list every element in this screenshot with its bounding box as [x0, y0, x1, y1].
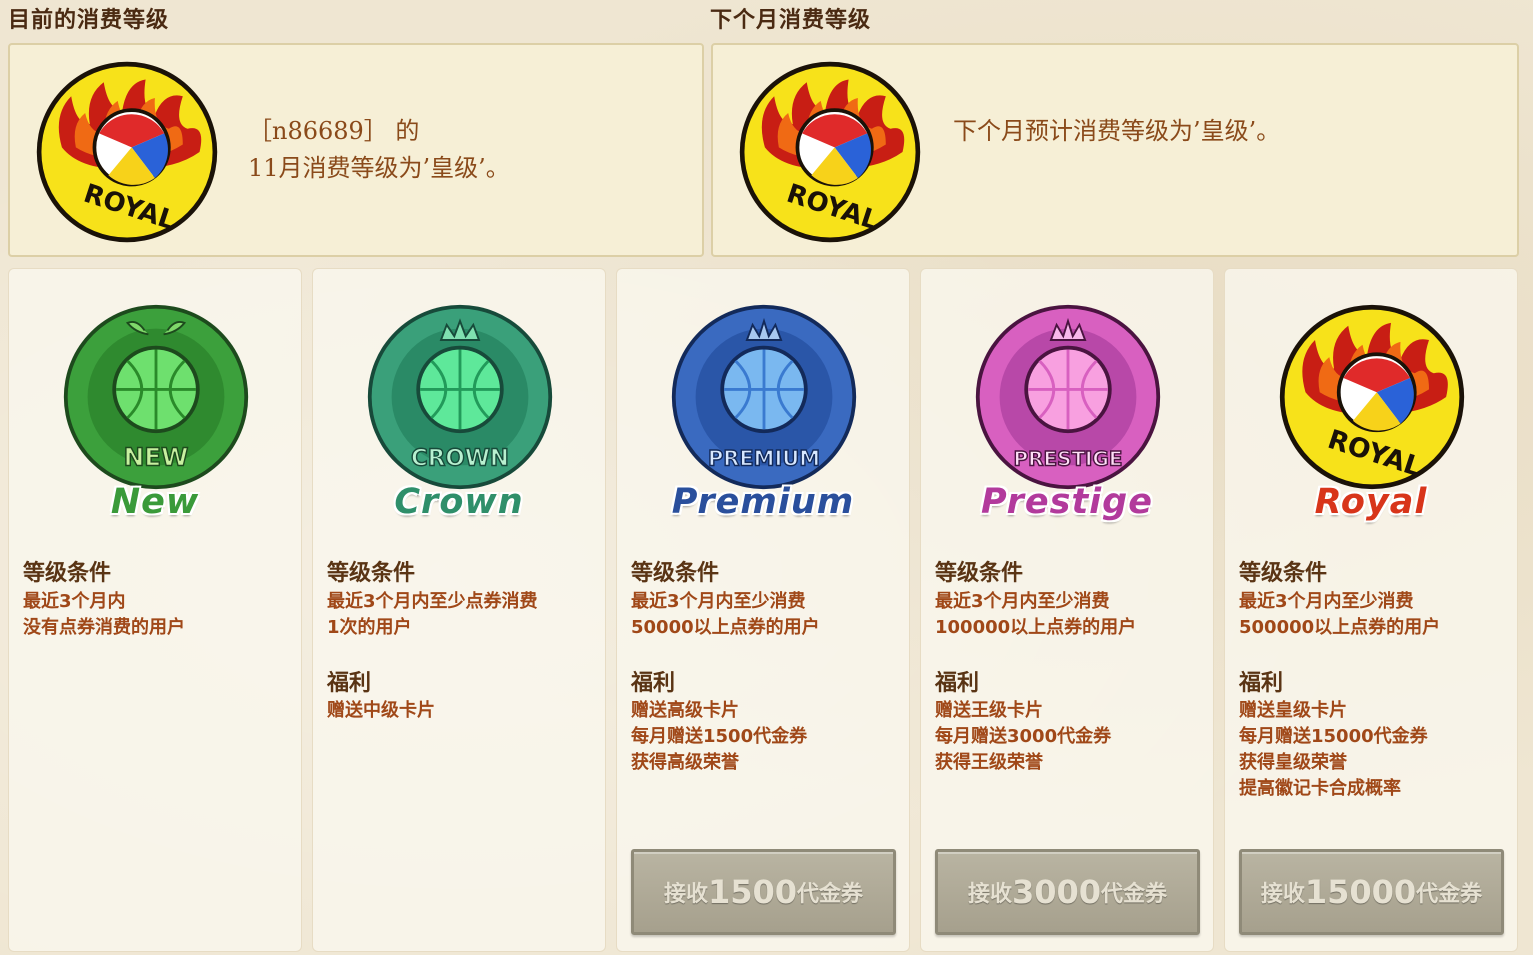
- benefit-heading: 福利: [1239, 671, 1284, 696]
- benefit-text: 赠送高级卡片 每月赠送1500代金券 获得高级荣誉: [631, 700, 808, 773]
- condition-text: 最近3个月内至少消费 100000以上点券的用户: [935, 591, 1137, 638]
- current-level-status-line: 11月消费等级为’皇级’。: [248, 154, 510, 182]
- premium-badge-icon: PREMIUM: [669, 302, 859, 492]
- condition-text: 最近3个月内至少消费 500000以上点券的用户: [1239, 591, 1441, 638]
- benefit-heading: 福利: [935, 671, 980, 696]
- benefit-text: 赠送王级卡片 每月赠送3000代金券 获得王级荣誉: [935, 700, 1112, 773]
- condition-heading: 等级条件: [935, 561, 1024, 586]
- tier-card-royal: ROYAL Royal 等级条件 最近3个月内至少消费 500000以上点券的用…: [1224, 268, 1518, 952]
- benefit-text: 赠送中级卡片: [327, 700, 435, 721]
- condition-heading: 等级条件: [1239, 561, 1328, 586]
- svg-text:PREMIUM: PREMIUM: [708, 446, 820, 470]
- condition-heading: 等级条件: [327, 561, 416, 586]
- svg-text:PRESTIGE: PRESTIGE: [1014, 446, 1123, 470]
- condition-text: 最近3个月内至少消费 50000以上点券的用户: [631, 591, 820, 638]
- next-level-status-line: 下个月预计消费等级为’皇级’。: [953, 117, 1281, 145]
- crown-badge-icon: CROWN: [365, 302, 555, 492]
- benefit-heading: 福利: [327, 671, 372, 696]
- new-badge-icon: NEW: [61, 302, 251, 492]
- current-level-user-line: ［n86689］ 的: [248, 117, 420, 145]
- condition-heading: 等级条件: [23, 561, 112, 586]
- claim-3000-voucher-button[interactable]: 接收 3000 代金券: [935, 849, 1200, 935]
- svg-text:NEW: NEW: [124, 442, 189, 471]
- condition-text: 最近3个月内至少点券消费 1次的用户: [327, 591, 538, 638]
- tier-card-premium: PREMIUM Premium 等级条件 最近3个月内至少消费 50000以上点…: [616, 268, 910, 952]
- royal-badge-icon: ROYAL: [737, 59, 923, 245]
- condition-text: 最近3个月内 没有点券消费的用户: [23, 591, 185, 638]
- tier-card-crown: CROWN Crown 等级条件 最近3个月内至少点券消费 1次的用户 福利 赠…: [312, 268, 606, 952]
- svg-text:CROWN: CROWN: [411, 445, 509, 471]
- claim-15000-voucher-button[interactable]: 接收 15000 代金券: [1239, 849, 1504, 935]
- next-level-title: 下个月消费等级: [710, 8, 872, 33]
- royal-badge-icon: ROYAL: [34, 59, 220, 245]
- tier-name: Royal: [1314, 482, 1428, 522]
- benefit-heading: 福利: [631, 671, 676, 696]
- prestige-badge-icon: PRESTIGE: [973, 302, 1163, 492]
- royal-badge-icon: ROYAL: [1277, 302, 1467, 492]
- current-level-title: 目前的消费等级: [8, 8, 170, 33]
- next-level-panel: ROYAL 下个月预计消费等级为’皇级’。: [711, 43, 1519, 257]
- benefit-text: 赠送皇级卡片 每月赠送15000代金券 获得皇级荣誉 提高徽记卡合成概率: [1239, 700, 1428, 799]
- tier-name: Crown: [394, 482, 524, 522]
- tier-name: Prestige: [981, 482, 1153, 522]
- tier-card-prestige: PRESTIGE Prestige 等级条件 最近3个月内至少消费 100000…: [920, 268, 1214, 952]
- current-level-panel: ROYAL ［n86689］ 的 11月消费等级为’皇级’。: [8, 43, 704, 257]
- tier-card-new: NEW New 等级条件 最近3个月内 没有点券消费的用户: [8, 268, 302, 952]
- tier-name: New: [110, 482, 200, 522]
- tier-name: Premium: [671, 482, 855, 522]
- claim-1500-voucher-button[interactable]: 接收 1500 代金券: [631, 849, 896, 935]
- condition-heading: 等级条件: [631, 561, 720, 586]
